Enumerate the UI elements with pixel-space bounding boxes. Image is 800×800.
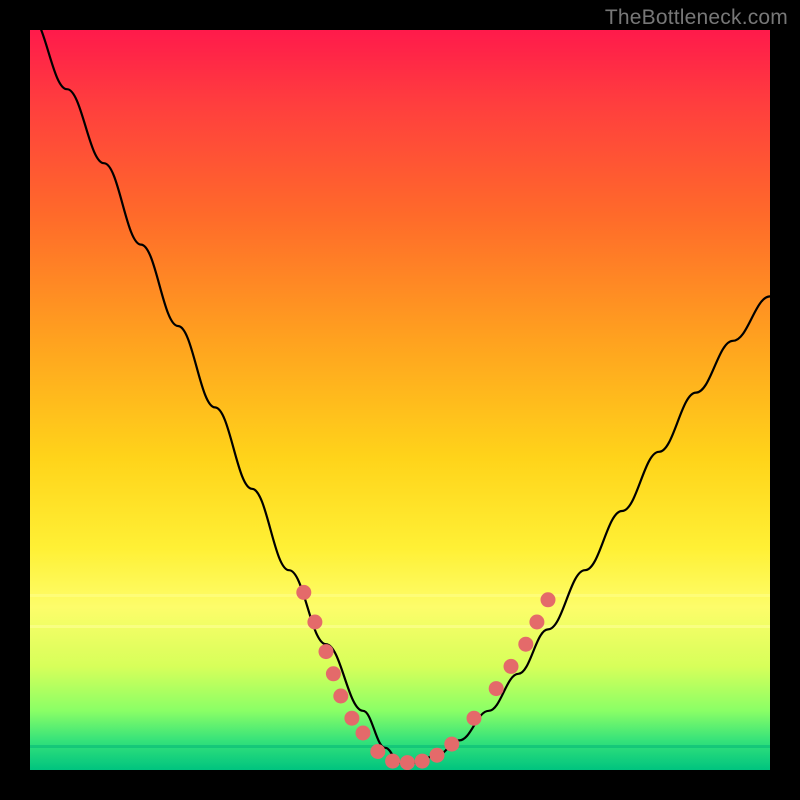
data-marker [518,637,533,652]
data-marker [385,754,400,769]
data-marker [467,711,482,726]
data-marker [430,748,445,763]
data-marker [307,615,322,630]
data-marker [333,689,348,704]
data-marker [529,615,544,630]
plot-area [30,30,770,770]
data-marker [370,744,385,759]
marker-group [296,585,555,770]
data-marker [415,754,430,769]
data-marker [344,711,359,726]
data-marker [319,644,334,659]
band-line-1 [30,594,770,597]
data-marker [444,737,459,752]
curve-svg [30,30,770,770]
data-marker [296,585,311,600]
data-marker [326,666,341,681]
data-marker [541,592,556,607]
data-marker [356,726,371,741]
chart-frame: TheBottleneck.com [0,0,800,800]
data-marker [489,681,504,696]
band-line-3 [30,745,770,748]
bottleneck-curve [30,30,770,763]
band-line-2 [30,625,770,628]
watermark-text: TheBottleneck.com [605,6,788,30]
data-marker [400,755,415,770]
data-marker [504,659,519,674]
